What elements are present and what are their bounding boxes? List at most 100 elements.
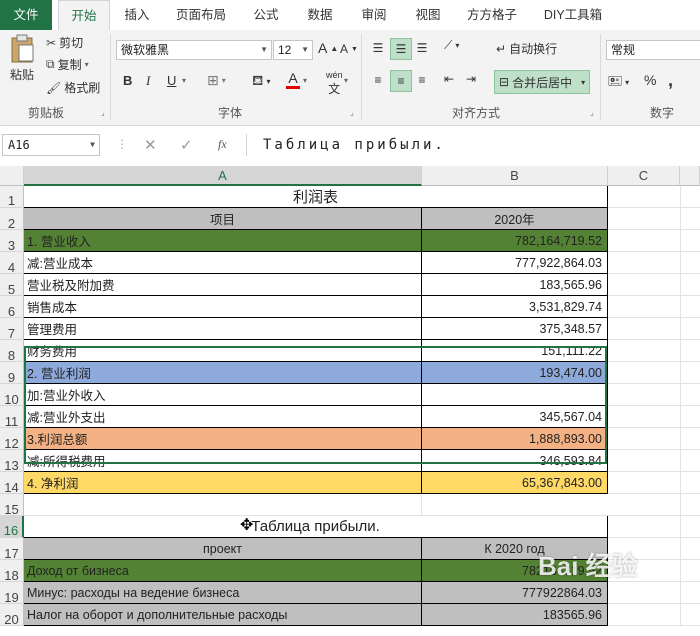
cell-b[interactable]: 777922864.03 xyxy=(422,582,608,604)
row-header[interactable]: 9 xyxy=(0,362,24,385)
align-top-button[interactable]: ☰ xyxy=(368,38,388,58)
merged-title-cell[interactable]: Таблица прибыли. xyxy=(24,516,608,538)
cell-b[interactable]: 346,593.84 xyxy=(422,450,608,472)
row-header[interactable]: 2 xyxy=(0,208,24,231)
column-header-a[interactable]: A xyxy=(24,166,422,186)
cell-a[interactable]: 1. 营业收入 xyxy=(24,230,422,252)
formula-input[interactable]: Таблица прибыли. xyxy=(246,134,700,156)
align-right-button[interactable]: ≡ xyxy=(412,70,432,90)
row-header[interactable]: 6 xyxy=(0,296,24,319)
row-header[interactable]: 5 xyxy=(0,274,24,297)
row-header[interactable]: 11 xyxy=(0,406,24,429)
font-color-dropdown-icon[interactable]: ▾ xyxy=(303,76,307,85)
cell-b[interactable]: 375,348.57 xyxy=(422,318,608,340)
underline-button[interactable]: U xyxy=(167,73,176,88)
cell-b[interactable]: 2020年 xyxy=(422,208,608,230)
cell-b[interactable]: 3,531,829.74 xyxy=(422,296,608,318)
cell-b[interactable]: 777,922,864.03 xyxy=(422,252,608,274)
cell-a[interactable]: 减:营业外支出 xyxy=(24,406,422,428)
cell-b[interactable]: 193,474.00 xyxy=(422,362,608,384)
cell-a[interactable]: 加:营业外收入 xyxy=(24,384,422,406)
row-header[interactable]: 18 xyxy=(0,560,24,583)
cell-a[interactable]: 管理费用 xyxy=(24,318,422,340)
phonetic-button[interactable]: wén 文 xyxy=(326,70,343,97)
row-header[interactable]: 19 xyxy=(0,582,24,605)
italic-button[interactable]: I xyxy=(146,73,150,89)
percent-button[interactable]: % xyxy=(644,72,656,88)
cell-a[interactable]: 销售成本 xyxy=(24,296,422,318)
cell-a[interactable]: Минус: расходы на ведение бизнеса xyxy=(24,582,422,604)
cell-a[interactable]: 减:营业成本 xyxy=(24,252,422,274)
font-size-combo[interactable]: 12 ▼ xyxy=(273,40,313,60)
copy-button[interactable]: ⧉ 复制 ▾ xyxy=(46,56,89,73)
number-format-combo[interactable]: 常规 xyxy=(606,40,700,60)
paste-button[interactable]: 粘贴 xyxy=(6,34,38,83)
increase-indent-button[interactable]: ⇥ xyxy=(466,72,476,86)
tab-view[interactable]: 视图 xyxy=(404,0,452,30)
row-header[interactable]: 17 xyxy=(0,538,24,561)
grow-font-button[interactable]: A ▲ xyxy=(318,40,338,56)
cell-a[interactable]: Налог на оборот и дополнительные расходы xyxy=(24,604,422,626)
align-middle-button[interactable]: ☰ xyxy=(390,38,412,60)
font-launcher-icon[interactable]: ⌟ xyxy=(350,108,354,117)
column-header-c[interactable]: C xyxy=(608,166,680,186)
row-header[interactable]: 4 xyxy=(0,252,24,275)
cell-b[interactable] xyxy=(422,384,608,406)
accounting-format-button[interactable]: 🖭 ▾ xyxy=(608,72,629,93)
font-name-combo[interactable]: 微软雅黑 ▼ xyxy=(116,40,272,60)
column-header-b[interactable]: B xyxy=(422,166,608,186)
cell-a[interactable]: 营业税及附加费 xyxy=(24,274,422,296)
bold-button[interactable]: B xyxy=(123,73,132,88)
cell-a[interactable]: Доход от бизнеса xyxy=(24,560,422,582)
cell-a[interactable]: 减:所得税费用 xyxy=(24,450,422,472)
merge-center-button[interactable]: ⊟ 合并后居中 ▾ xyxy=(494,70,591,94)
cell-a[interactable]: 项目 xyxy=(24,208,422,230)
merged-title-cell[interactable]: 利润表 xyxy=(24,186,608,208)
confirm-entry-button[interactable]: ✓ xyxy=(180,136,193,154)
row-header[interactable]: 3 xyxy=(0,230,24,253)
tab-fangfange[interactable]: 方方格子 xyxy=(458,0,526,30)
row-header[interactable]: 7 xyxy=(0,318,24,341)
row-header[interactable]: 13 xyxy=(0,450,24,473)
underline-dropdown-icon[interactable]: ▾ xyxy=(182,76,186,85)
cell-b[interactable]: 1,888,893.00 xyxy=(422,428,608,450)
insert-function-button[interactable]: fx xyxy=(218,137,227,152)
shrink-font-button[interactable]: A ▼ xyxy=(340,42,358,56)
orientation-button[interactable]: ⟋ ▾ xyxy=(444,38,459,53)
tab-review[interactable]: 审阅 xyxy=(350,0,398,30)
cell-a[interactable]: 财务费用 xyxy=(24,340,422,362)
cell-a[interactable]: проект xyxy=(24,538,422,560)
wrap-text-button[interactable]: ↵ 自动换行 xyxy=(496,40,557,57)
fill-color-button[interactable]: ⛾ ▾ xyxy=(252,72,270,91)
decrease-indent-button[interactable]: ⇤ xyxy=(444,72,454,86)
row-header[interactable]: 14 xyxy=(0,472,24,495)
cancel-entry-button[interactable]: ✕ xyxy=(144,136,157,154)
cell-b[interactable]: 345,567.04 xyxy=(422,406,608,428)
cell-b[interactable]: 782,164,719.52 xyxy=(422,230,608,252)
cell-b[interactable]: 151,111.22 xyxy=(422,340,608,362)
comma-style-button[interactable]: , xyxy=(668,70,673,91)
phonetic-dropdown-icon[interactable]: ▾ xyxy=(344,76,348,85)
row-header[interactable]: 15 xyxy=(0,494,24,517)
cut-button[interactable]: ✂ 剪切 xyxy=(46,34,83,51)
clipboard-launcher-icon[interactable]: ⌟ xyxy=(101,108,105,117)
cell-b[interactable]: 65,367,843.00 xyxy=(422,472,608,494)
tab-home[interactable]: 开始 xyxy=(58,0,110,32)
align-left-button[interactable]: ≡ xyxy=(368,70,388,90)
row-header[interactable]: 1 xyxy=(0,186,24,208)
tab-diy-toolbox[interactable]: DIY工具箱 xyxy=(536,0,610,30)
tab-page-layout[interactable]: 页面布局 xyxy=(168,0,234,30)
row-header[interactable]: 8 xyxy=(0,340,24,363)
column-header-d[interactable] xyxy=(680,166,700,186)
row-header[interactable]: 20 xyxy=(0,604,24,627)
name-box[interactable]: A16 ▼ xyxy=(2,134,100,156)
align-bottom-button[interactable]: ☰ xyxy=(412,38,432,58)
row-header[interactable]: 12 xyxy=(0,428,24,451)
font-color-button[interactable]: A xyxy=(286,70,300,89)
cell-b[interactable]: 183,565.96 xyxy=(422,274,608,296)
align-center-button[interactable]: ≡ xyxy=(390,70,412,92)
tab-insert[interactable]: 插入 xyxy=(114,0,160,30)
format-painter-button[interactable]: 🖌 格式刷 xyxy=(46,79,100,96)
select-all-corner[interactable] xyxy=(0,166,24,186)
alignment-launcher-icon[interactable]: ⌟ xyxy=(590,108,594,117)
